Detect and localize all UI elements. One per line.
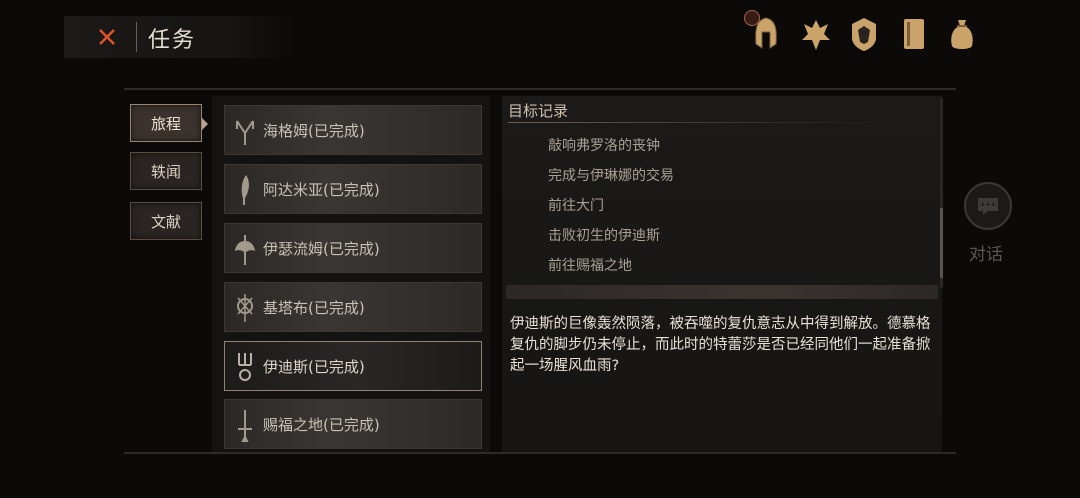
helmet-button[interactable] [744, 10, 784, 54]
page-title: 任务 [148, 28, 197, 53]
objectives-title: 目标记录 [508, 102, 569, 120]
tab-documents[interactable]: 文献 [130, 202, 202, 240]
quest-item[interactable]: 赐福之地(已完成) [224, 399, 482, 449]
notification-badge [744, 10, 760, 26]
objective-item: 前往大门 [548, 198, 604, 214]
top-menu [744, 10, 984, 58]
quest-label: 伊瑟流姆(已完成) [263, 240, 380, 258]
rune-m-icon [236, 120, 254, 145]
description-divider [506, 285, 938, 299]
tree-icon [802, 20, 830, 50]
objective-item: 击败初生的伊迪斯 [548, 228, 660, 244]
objective-item: 完成与伊琳娜的交易 [548, 168, 674, 184]
book-icon [904, 19, 924, 49]
quest-item[interactable]: 阿达米亚(已完成) [224, 164, 482, 214]
close-button[interactable] [94, 24, 120, 50]
quest-label: 伊迪斯(已完成) [263, 358, 365, 376]
trident-icon [238, 353, 252, 381]
quest-label: 海格姆(已完成) [263, 122, 365, 140]
sword-icon [238, 410, 252, 442]
character-button[interactable] [846, 14, 882, 54]
axe-icon [235, 235, 255, 265]
quest-item[interactable]: 基塔布(已完成) [224, 282, 482, 332]
journal-button[interactable] [896, 14, 932, 54]
title-divider [136, 22, 137, 52]
chat-button[interactable] [964, 182, 1012, 230]
chat-label: 对话 [969, 245, 1003, 265]
quest-label: 赐福之地(已完成) [263, 416, 380, 434]
bag-icon [951, 20, 973, 49]
blade-icon [241, 175, 249, 205]
quest-item-selected[interactable]: 伊迪斯(已完成) [224, 341, 482, 391]
quest-item[interactable]: 伊瑟流姆(已完成) [224, 223, 482, 273]
objective-item: 前往赐福之地 [548, 258, 632, 274]
quest-description: 伊迪斯的巨像轰然陨落，被吞噬的复仇意志从中得到解放。德慕格复仇的脚步仍未停止，而… [510, 316, 931, 374]
objectives-divider [508, 122, 888, 123]
shield-face-icon [852, 18, 876, 51]
tribal-sigil-icon [237, 294, 253, 322]
bag-button[interactable] [944, 14, 980, 54]
tab-journey[interactable]: 旅程 [130, 104, 202, 142]
panel-bottom-border [124, 452, 956, 454]
title-bar: 任务 [64, 16, 296, 58]
quest-label: 阿达米亚(已完成) [263, 181, 380, 199]
quest-panel: 旅程 轶闻 文献 海格姆(已完成) 阿达米亚(已完成) 伊瑟流姆(已完成) 基塔… [124, 88, 956, 454]
skill-tree-button[interactable] [798, 14, 834, 54]
quest-item[interactable]: 海格姆(已完成) [224, 105, 482, 155]
objectives-scrollbar[interactable] [940, 208, 943, 278]
panel-top-border [124, 88, 956, 90]
speech-bubble-icon [978, 198, 998, 215]
tab-anecdotes[interactable]: 轶闻 [130, 152, 202, 190]
quest-label: 基塔布(已完成) [263, 299, 365, 317]
close-icon [99, 29, 115, 45]
objective-item: 敲响弗罗洛的丧钟 [548, 138, 660, 154]
active-tab-arrow-icon [202, 118, 208, 130]
